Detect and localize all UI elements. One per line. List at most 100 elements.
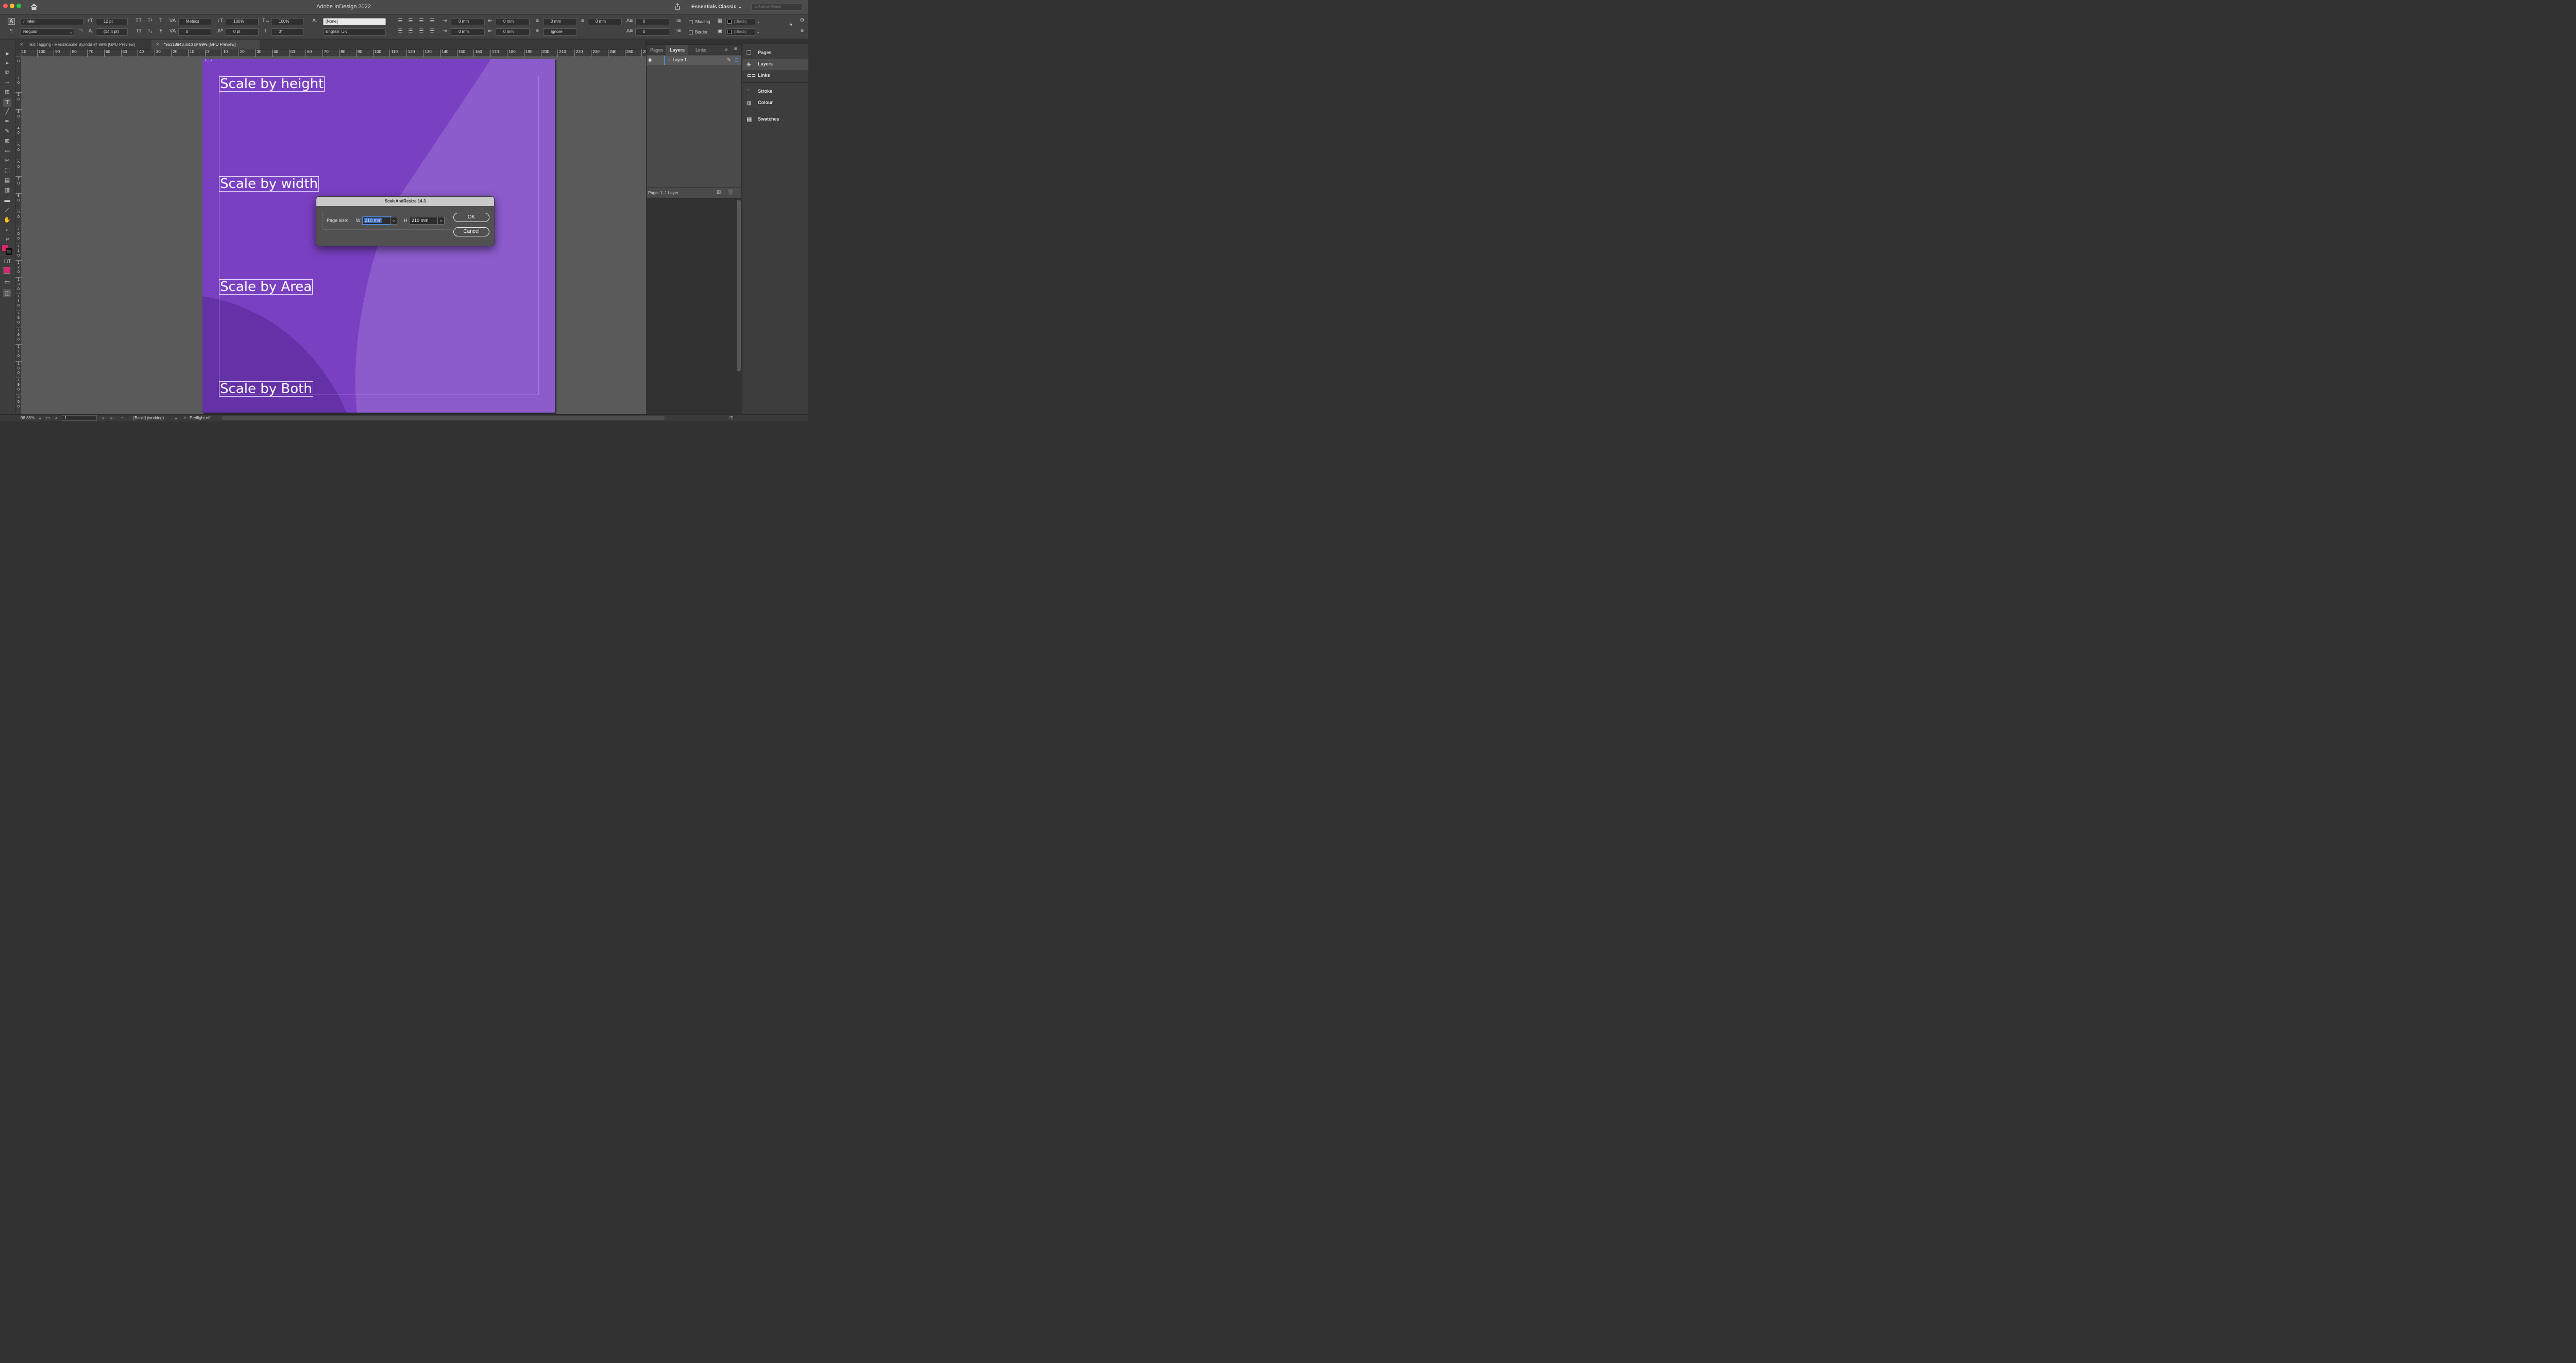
justify-center-icon[interactable]: ☰ xyxy=(397,28,404,34)
last-page-icon[interactable]: ⏭ xyxy=(110,416,113,421)
panel-menu-icon[interactable]: ≡ xyxy=(734,46,737,52)
screen-mode-icon[interactable]: ▭ xyxy=(3,278,11,286)
space-before-field[interactable]: 0 mm xyxy=(543,18,577,25)
trash-icon[interactable]: 🗑 xyxy=(727,190,734,195)
normal-mode-icon[interactable]: ◫ xyxy=(3,289,11,297)
height-unit-dropdown[interactable]: ⌄ xyxy=(437,217,445,225)
eyedropper-tool-icon[interactable]: ⟋ xyxy=(3,206,11,214)
first-line-indent-field[interactable]: 0 mm xyxy=(451,28,485,36)
shading-checkbox[interactable] xyxy=(689,20,693,24)
vertical-scale-field[interactable]: 100% xyxy=(226,18,259,25)
subscript-icon[interactable]: T₁ xyxy=(146,28,154,34)
shading-settings-icon[interactable]: ▦ xyxy=(716,18,723,24)
type-tool-icon[interactable]: T xyxy=(3,98,11,107)
zoom-level[interactable]: 98.88% xyxy=(21,416,35,420)
chevron-down-icon[interactable]: ⌄ xyxy=(38,416,42,420)
tracking-field[interactable]: 0 xyxy=(178,28,211,36)
align-right-icon[interactable]: ☰ xyxy=(418,18,425,24)
align-spine-icon[interactable]: ☰ xyxy=(429,28,436,34)
layer-name[interactable]: Layer 1 xyxy=(673,58,687,62)
skew-field[interactable]: 0° xyxy=(271,28,304,36)
tab-layers[interactable]: Layers xyxy=(666,45,689,55)
leading-field[interactable]: (14.4 pt) xyxy=(96,28,128,36)
vertical-ruler[interactable]: 0 1 0 2 0 3 0 4 0 5 0 6 0 7 0 8 0 9 0 1 0 0 1 1 0 1 … xyxy=(15,57,22,414)
workspace-switcher[interactable]: Essentials Classic ⌄ xyxy=(691,4,742,10)
character-style-field[interactable]: [None] xyxy=(323,18,386,25)
chevron-down-icon[interactable]: ⌄ xyxy=(756,28,761,36)
cancel-button[interactable]: Cancel xyxy=(453,227,489,236)
width-input[interactable]: 210 mm xyxy=(362,217,392,225)
chevron-right-icon[interactable]: › xyxy=(668,57,670,62)
vertical-scrollbar[interactable] xyxy=(737,200,741,371)
rectangle-tool-icon[interactable]: ▭ xyxy=(3,147,11,155)
ruler-origin[interactable] xyxy=(15,49,22,57)
zoom-tool-icon[interactable]: ⌕ xyxy=(3,226,11,234)
page-tool-icon[interactable]: ⧉ xyxy=(3,69,11,77)
strikethrough-icon[interactable]: Ŧ xyxy=(157,28,164,34)
gear-icon[interactable]: ⚙ xyxy=(799,18,806,23)
link-icon[interactable] xyxy=(205,59,212,61)
close-icon[interactable]: ✕ xyxy=(156,42,160,47)
lightning-icon[interactable]: ϟ xyxy=(787,22,794,28)
tab-active-document[interactable]: ✕ *96318943.indd @ 99% [GPU Preview] xyxy=(151,40,260,49)
last-line-indent-field[interactable]: 0 mm xyxy=(496,28,530,36)
chevron-down-icon[interactable]: ⌄ xyxy=(174,416,178,420)
preflight-profile[interactable]: [Basic] (working) xyxy=(133,416,164,420)
underline-icon[interactable]: T xyxy=(157,18,164,24)
gradient-feather-tool-icon[interactable]: ▥ xyxy=(3,186,11,194)
dock-pages[interactable]: ❐ Pages xyxy=(742,47,808,59)
kerning-field[interactable]: Metrics xyxy=(178,18,211,25)
hand-tool-icon[interactable]: ✋ xyxy=(3,216,11,224)
border-swatch-field[interactable]: [Black] xyxy=(725,28,755,36)
align-left-icon[interactable]: ☰ xyxy=(397,18,404,24)
next-page-icon[interactable]: ▸ xyxy=(103,416,105,420)
swap-fill-stroke-icon[interactable]: ⇄ xyxy=(3,235,11,244)
align-to-grid-field[interactable]: Ignore xyxy=(543,28,577,36)
horizontal-scale-field[interactable]: 100% xyxy=(271,18,304,25)
drop-cap-chars-field[interactable]: 0 xyxy=(635,28,669,36)
border-checkbox[interactable] xyxy=(689,30,693,35)
justify-left-icon[interactable]: ☰ xyxy=(429,18,436,24)
text-frame-scale-by-width[interactable]: Scale by width xyxy=(219,176,319,192)
horizontal-scrollbar[interactable] xyxy=(222,416,665,420)
note-tool-icon[interactable]: ▬ xyxy=(3,196,11,205)
right-indent-field[interactable]: 0 mm xyxy=(496,18,530,25)
selection-tool-icon[interactable]: ➤ xyxy=(3,50,11,58)
border-settings-icon[interactable]: ▣ xyxy=(716,28,723,34)
font-style-field[interactable]: Regular xyxy=(21,28,74,36)
drop-cap-lines-field[interactable]: 0 xyxy=(635,18,669,25)
tab-pages[interactable]: Pages xyxy=(647,45,667,55)
pen-tool-icon[interactable]: ✒ xyxy=(3,117,11,126)
dock-links[interactable]: ⊂⊃ Links xyxy=(742,70,808,81)
formatting-affects-container-icon[interactable]: ▢T xyxy=(3,257,11,265)
chevron-down-icon[interactable]: ⌄ xyxy=(69,29,74,36)
width-unit-dropdown[interactable]: ⌄ xyxy=(390,217,397,225)
gap-tool-icon[interactable]: ↔ xyxy=(3,78,11,86)
rectangle-frame-tool-icon[interactable]: ⊠ xyxy=(3,137,11,145)
text-frame-scale-by-both[interactable]: Scale by Both xyxy=(219,381,313,397)
tab-text-tagging[interactable]: ✕ Text Tagging - ResizeScale By.indd @ 9… xyxy=(15,40,150,49)
align-center-icon[interactable]: ☰ xyxy=(407,18,414,24)
small-caps-icon[interactable]: Tт xyxy=(135,28,142,34)
chevron-down-icon[interactable]: ⌄ xyxy=(756,18,761,25)
share-icon[interactable] xyxy=(674,3,681,10)
text-frame-scale-by-area[interactable]: Scale by Area xyxy=(219,279,313,295)
font-family-field[interactable]: ⌕ Inter xyxy=(21,18,83,25)
justify-right-icon[interactable]: ☰ xyxy=(407,28,414,34)
dock-colour[interactable]: ◍ Colour xyxy=(742,97,808,109)
scissors-tool-icon[interactable]: ✂ xyxy=(3,157,11,165)
first-page-icon[interactable]: ⏮ xyxy=(46,416,50,421)
eye-icon[interactable]: ◉ xyxy=(648,57,652,63)
direct-selection-tool-icon[interactable]: ➢ xyxy=(3,59,11,67)
ok-button[interactable]: OK xyxy=(453,213,489,222)
apply-color-icon[interactable] xyxy=(4,267,10,274)
selection-square-icon[interactable] xyxy=(735,58,738,62)
tab-links[interactable]: Links xyxy=(692,45,710,55)
bulleted-list-icon[interactable]: ⁝≡ xyxy=(675,18,682,24)
dock-stroke[interactable]: ≡ Stroke xyxy=(742,86,808,97)
paragraph-formatting-icon[interactable]: ¶ xyxy=(8,28,15,34)
dock-swatches[interactable]: ▦ Swatches xyxy=(742,114,808,125)
numbered-list-icon[interactable]: ⁝≡ xyxy=(675,28,682,34)
pencil-tool-icon[interactable]: ✎ xyxy=(3,127,11,135)
new-layer-icon[interactable]: ⊞ xyxy=(717,190,721,195)
